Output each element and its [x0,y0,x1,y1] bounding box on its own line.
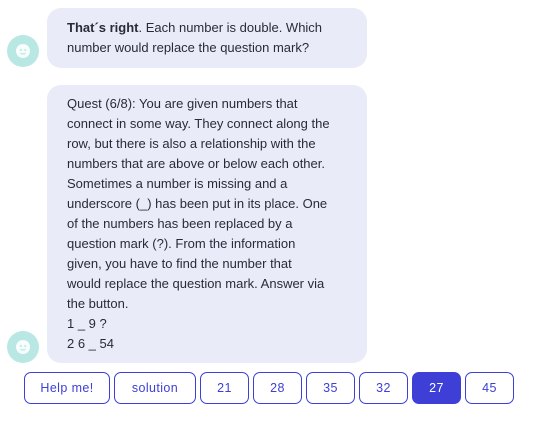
quest-line: row, but there is also a relationship wi… [67,136,316,151]
quest-line: connect in some way. They connect along … [67,116,330,131]
quest-line: given, you have to find the number that [67,256,292,271]
message-emphasis: That´s right [67,20,139,35]
quest-line: the button. [67,296,129,311]
answer-button-35[interactable]: 35 [306,372,355,404]
chat-window: That´s right. Each number is double. Whi… [0,0,540,425]
quest-line: underscore (_) has been put in its place… [67,196,328,211]
quest-line: would replace the question mark. Answer … [67,276,325,291]
bot-message-quest: Quest (6/8): You are given numbers that … [47,85,367,363]
answer-button-27[interactable]: 27 [412,372,461,404]
quest-line: Sometimes a number is missing and a [67,176,288,191]
bot-avatar [7,331,39,363]
bot-face-icon [15,43,31,59]
answer-button-21[interactable]: 21 [200,372,249,404]
answer-button-row: Help me! solution 21 28 35 32 27 45 [24,372,514,404]
answer-button-28[interactable]: 28 [253,372,302,404]
quest-line: Quest (6/8): You are given numbers that [67,96,298,111]
number-row-2: 2 6 _ 54 [67,336,114,351]
answer-button-32[interactable]: 32 [359,372,408,404]
bot-face-icon [15,339,31,355]
number-row-1: 1 _ 9 ? [67,316,107,331]
message-text: number would replace the question mark? [67,40,310,55]
quest-line: numbers that are above or below each oth… [67,156,325,171]
solution-button[interactable]: solution [114,372,196,404]
message-text: . Each number is double. Which [138,20,323,35]
quest-line: of the numbers has been replaced by a [67,216,293,231]
bot-message-confirmation: That´s right. Each number is double. Whi… [47,8,367,68]
answer-button-45[interactable]: 45 [465,372,514,404]
quest-line: question mark (?). From the information [67,236,296,251]
bot-avatar [7,35,39,67]
help-button[interactable]: Help me! [24,372,110,404]
